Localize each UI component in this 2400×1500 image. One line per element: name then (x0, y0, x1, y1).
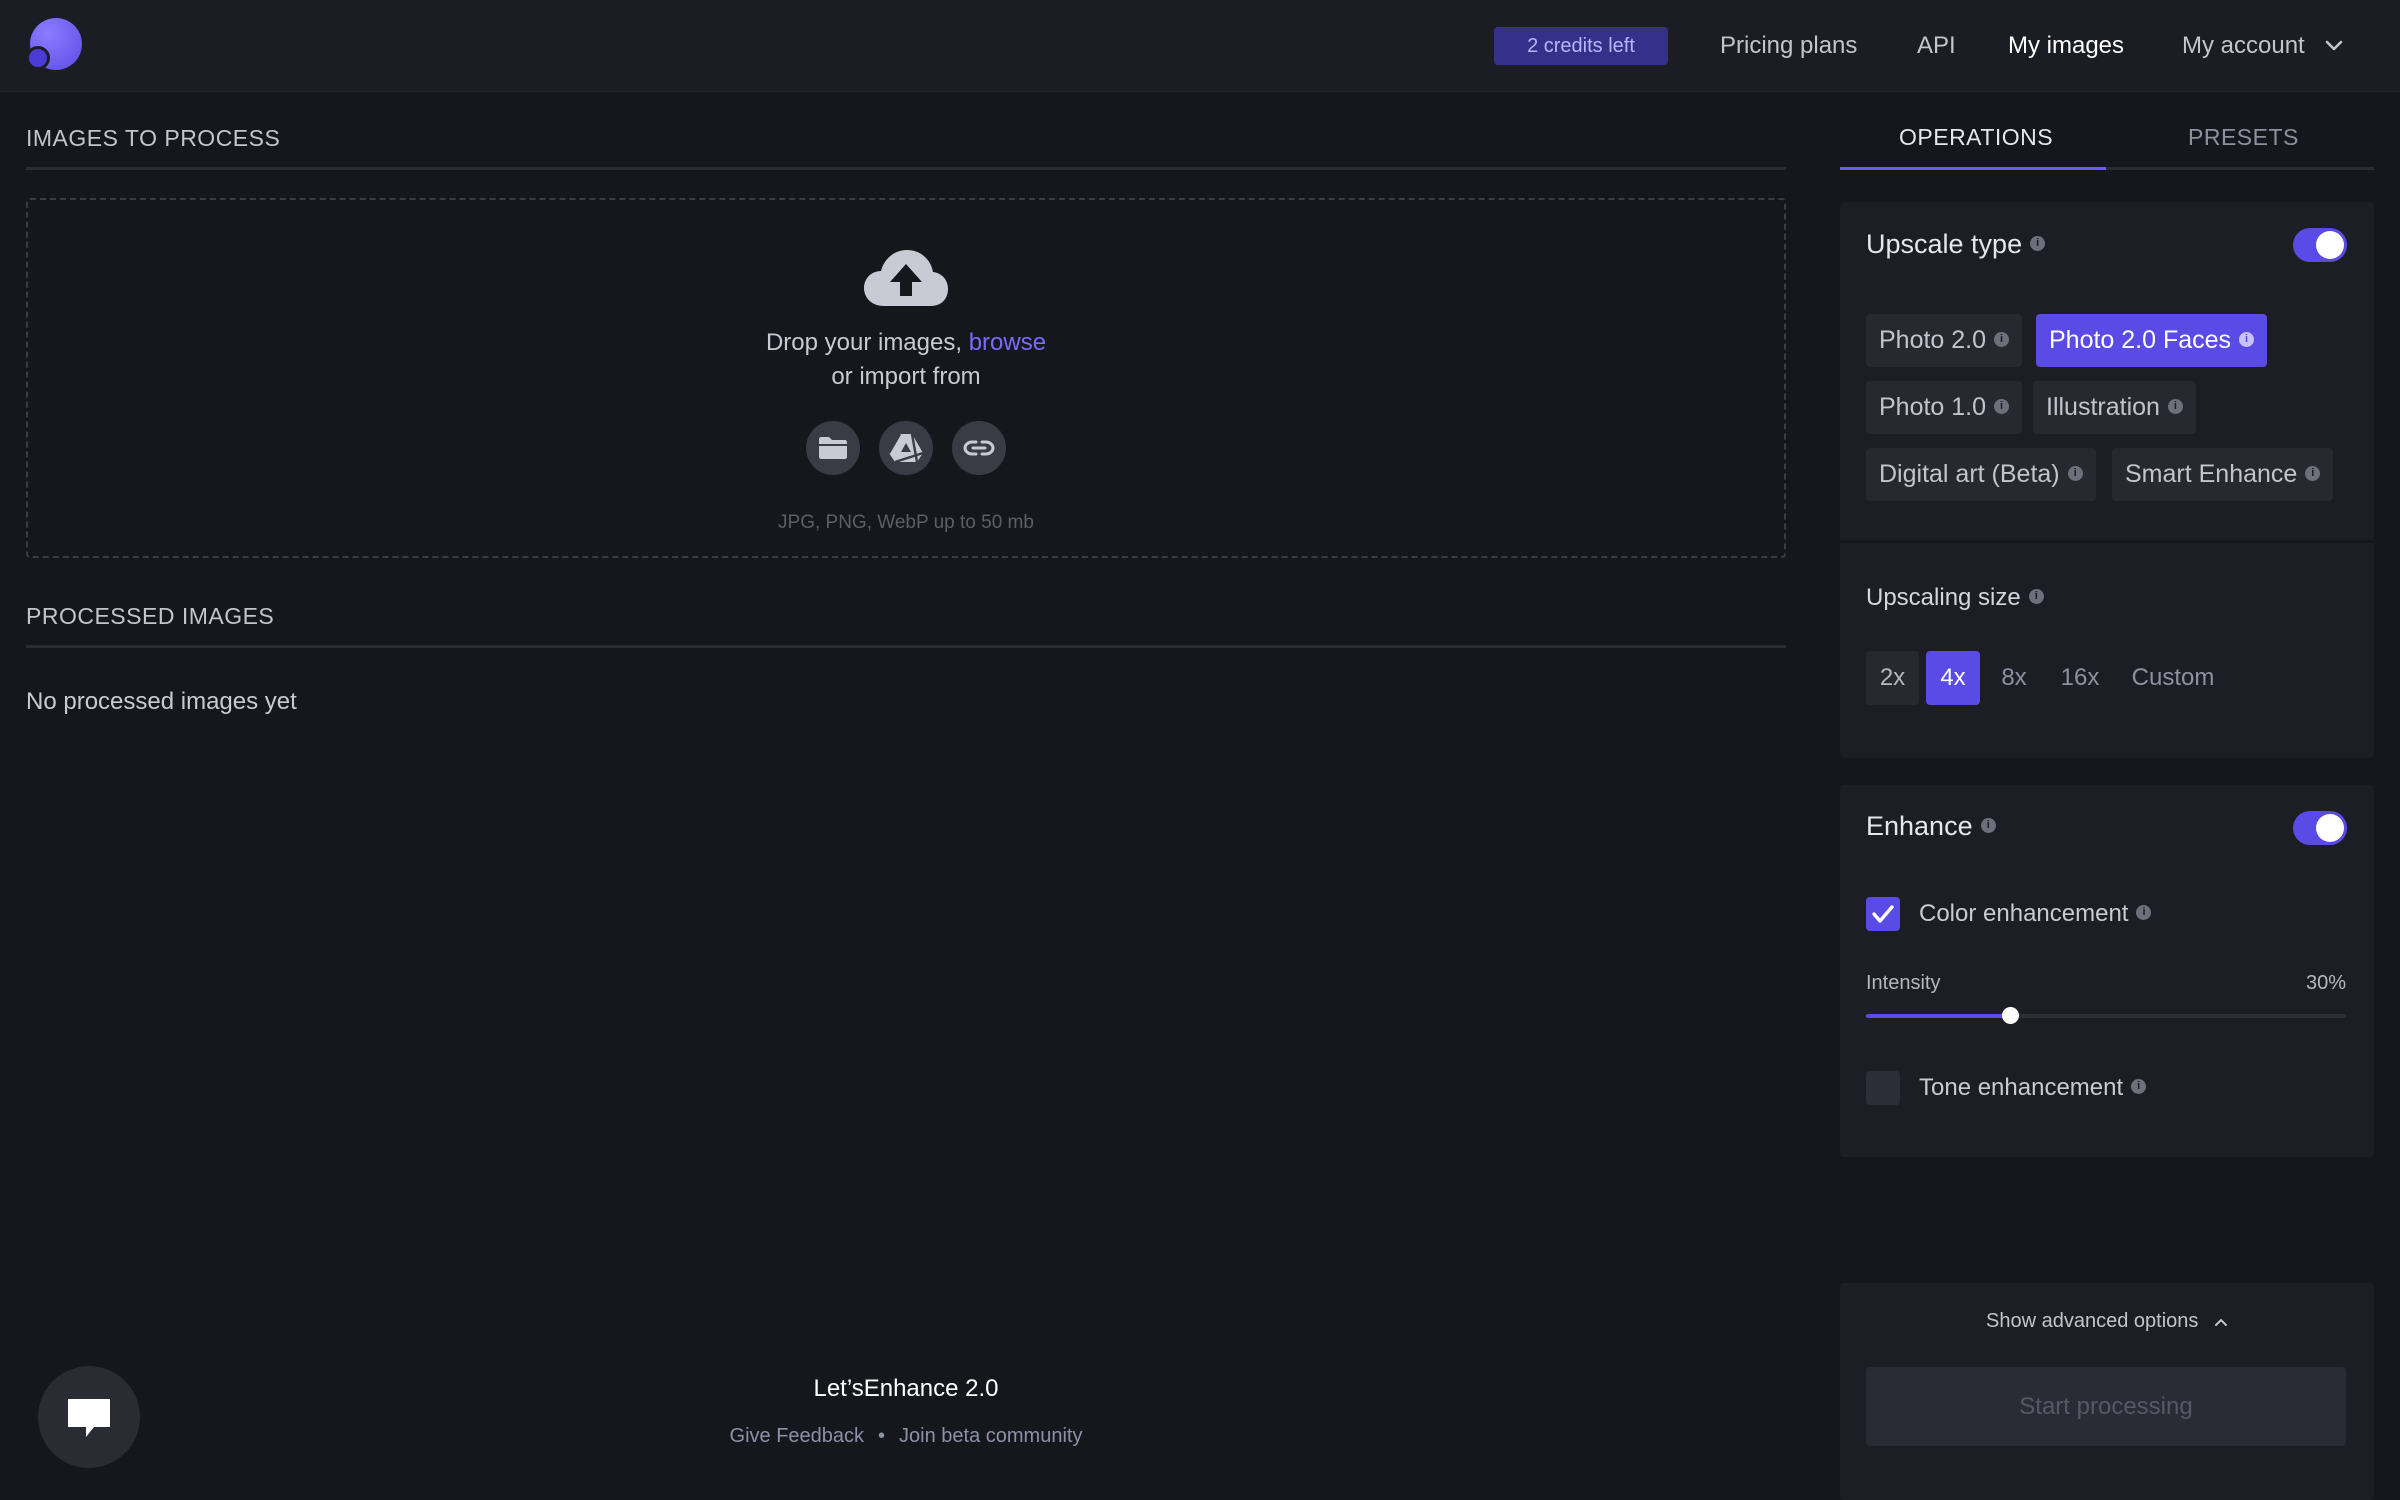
footer-title: Let’sEnhance 2.0 (813, 1375, 999, 1402)
footer-links: Give Feedback • Join beta community (0, 1425, 1812, 1448)
upscale-type-title: Upscale type i (1866, 229, 2046, 260)
intensity-slider[interactable] (1866, 1007, 2346, 1024)
info-icon[interactable]: i (2030, 236, 2046, 252)
tone-enhancement-checkbox[interactable] (1866, 1071, 1900, 1105)
divider (26, 167, 1786, 170)
toggle-knob (2316, 814, 2344, 842)
tab-presets[interactable]: PRESETS (2188, 124, 2299, 151)
chevron-down-icon[interactable] (2324, 36, 2344, 56)
divider (26, 645, 1786, 648)
info-icon[interactable]: i (2305, 465, 2321, 481)
advanced-options-label: Show advanced options (1986, 1310, 2199, 1332)
info-icon[interactable]: i (1980, 818, 1996, 834)
tone-enhancement-label: Tone enhancement i (1919, 1074, 2147, 1102)
empty-state-text: No processed images yet (26, 688, 297, 715)
drop-text: Drop your images, (765, 329, 963, 356)
nav-my-account[interactable]: My account (2182, 30, 2305, 62)
join-beta-community-link[interactable]: Join beta community (899, 1425, 1082, 1447)
credits-badge[interactable]: 2 credits left (1494, 27, 1668, 65)
images-to-process-title: IMAGES TO PROCESS (26, 125, 281, 151)
slider-handle[interactable] (2002, 1007, 2019, 1024)
tab-operations[interactable]: OPERATIONS (1899, 124, 2053, 151)
logo-circle-small (26, 46, 50, 70)
folder-icon (819, 437, 847, 459)
intensity-value: 30% (2305, 972, 2346, 994)
chip-label: Photo 2.0 Faces (2049, 326, 2232, 354)
drop-text-line: Drop your images, browse (0, 329, 1812, 357)
color-enhancement-label: Color enhancement i (1919, 900, 2152, 928)
size-8x[interactable]: 8x (1989, 651, 2039, 705)
footer-separator: • (878, 1425, 886, 1447)
chip-label: Illustration (2046, 393, 2160, 421)
processed-images-title: PROCESSED IMAGES (26, 603, 275, 629)
upscale-type-photo-2-0[interactable]: Photo 2.0 i (1866, 314, 2023, 367)
upscale-type-smart-enhance[interactable]: Smart Enhance i (2112, 448, 2334, 501)
panel-divider (1840, 540, 2374, 543)
info-icon[interactable]: i (1994, 398, 2010, 414)
checkbox-label: Color enhancement (1919, 900, 2129, 927)
upscale-type-label: Upscale type (1866, 229, 2023, 259)
nav-my-images[interactable]: My images (2008, 30, 2124, 62)
enhance-toggle[interactable] (2293, 811, 2347, 845)
import-folder-button[interactable] (806, 421, 860, 475)
show-advanced-options[interactable]: Show advanced options (1840, 1310, 2374, 1333)
nav-api[interactable]: API (1917, 30, 1956, 62)
checkbox-label: Tone enhancement (1919, 1074, 2124, 1101)
upload-cloud-icon (864, 250, 948, 306)
chip-label: Smart Enhance (2125, 460, 2298, 488)
browse-link[interactable]: browse (969, 329, 1046, 356)
upscale-type-photo-1-0[interactable]: Photo 1.0 i (1866, 381, 2023, 434)
import-google-drive-button[interactable] (879, 421, 933, 475)
enhance-title: Enhance i (1866, 811, 1996, 842)
info-icon[interactable]: i (2028, 589, 2044, 605)
chip-label: Photo 2.0 (1879, 326, 1987, 354)
link-icon (963, 440, 995, 456)
chat-icon (68, 1399, 110, 1437)
info-icon[interactable]: i (2067, 465, 2083, 481)
enhance-label: Enhance (1866, 811, 1973, 841)
size-custom[interactable]: Custom (2120, 651, 2226, 705)
upscale-type-illustration[interactable]: Illustration i (2033, 381, 2196, 434)
chip-label: Photo 1.0 (1879, 393, 1987, 421)
nav-pricing-plans[interactable]: Pricing plans (1720, 30, 1857, 62)
info-icon[interactable]: i (2131, 1079, 2147, 1095)
formats-hint: JPG, PNG, WebP up to 50 mb (778, 512, 1034, 533)
checkmark-icon (1872, 905, 1894, 923)
chat-button[interactable] (38, 1366, 140, 1468)
size-2x[interactable]: 2x (1866, 651, 1919, 705)
color-enhancement-checkbox[interactable] (1866, 897, 1900, 931)
slider-fill (1866, 1014, 2010, 1018)
logo[interactable] (26, 18, 82, 74)
active-tab-indicator (1840, 167, 2106, 170)
info-icon[interactable]: i (1994, 331, 2010, 347)
upscale-type-digital-art[interactable]: Digital art (Beta) i (1866, 448, 2096, 501)
info-icon[interactable]: i (2239, 331, 2255, 347)
info-icon[interactable]: i (2136, 905, 2152, 921)
upscale-toggle[interactable] (2293, 228, 2347, 262)
start-processing-button[interactable]: Start processing (1866, 1367, 2346, 1446)
chip-label: Digital art (Beta) (1879, 460, 2060, 488)
info-icon[interactable]: i (2167, 398, 2183, 414)
toggle-knob (2316, 231, 2344, 259)
chevron-up-icon (2214, 1318, 2227, 1326)
intensity-label: Intensity (1866, 972, 1941, 994)
upscale-type-photo-2-0-faces[interactable]: Photo 2.0 Faces i (2036, 314, 2268, 367)
upscaling-size-title: Upscaling size i (1866, 584, 2044, 612)
size-16x[interactable]: 16x (2052, 651, 2108, 705)
top-bar: 2 credits left Pricing plans API My imag… (0, 0, 2400, 92)
google-drive-icon (889, 433, 923, 463)
import-link-button[interactable] (952, 421, 1006, 475)
upscaling-size-label: Upscaling size (1866, 584, 2021, 611)
import-text: or import from (831, 363, 981, 390)
size-4x[interactable]: 4x (1926, 651, 1980, 705)
give-feedback-link[interactable]: Give Feedback (730, 1425, 865, 1447)
